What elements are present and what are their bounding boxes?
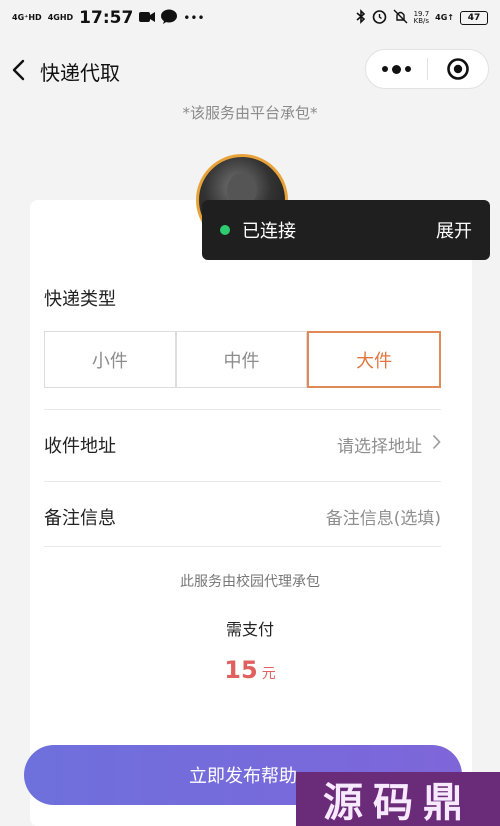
note-label: 备注信息 xyxy=(44,507,116,529)
express-type-label: 快递类型 xyxy=(44,289,116,310)
express-type-selector: 小件 中件 大件 xyxy=(44,331,442,388)
more-menu-icon[interactable] xyxy=(366,49,427,89)
more-dots-icon: ••• xyxy=(183,11,205,25)
type-option-large[interactable]: 大件 xyxy=(307,331,442,388)
expand-button[interactable]: 展开 xyxy=(436,217,472,243)
price: 15 元 xyxy=(0,656,500,684)
price-amount: 15 xyxy=(224,656,258,684)
miniprogram-capsule xyxy=(365,49,489,89)
status-bar: 4G⁺HD 4GHD 17:57 ••• 19.7 KB/s 4G↑ 47 xyxy=(0,0,500,36)
address-label: 收件地址 xyxy=(44,435,116,457)
address-picker[interactable]: 请选择地址 xyxy=(337,432,441,457)
bluetooth-icon xyxy=(356,9,366,27)
address-placeholder: 请选择地址 xyxy=(337,437,422,457)
chevron-right-icon xyxy=(432,434,441,455)
divider xyxy=(44,546,441,547)
price-unit: 元 xyxy=(261,666,276,682)
battery-icon: 47 xyxy=(460,11,488,25)
watermark-logo: 源码鼎 xyxy=(296,772,500,826)
agency-note: 此服务由校园代理承包 xyxy=(180,574,320,590)
alarm-icon xyxy=(372,9,387,27)
platform-note: *该服务由平台承包* xyxy=(182,104,318,122)
note-row: 备注信息 备注信息(选填) xyxy=(44,481,441,551)
network-indicator-2: 4GHD xyxy=(47,13,74,22)
network-indicator: 4G⁺HD xyxy=(12,13,42,22)
video-icon xyxy=(139,11,156,26)
back-arrow-icon[interactable] xyxy=(6,56,30,84)
clock: 17:57 xyxy=(79,8,134,28)
payment-label: 需支付 xyxy=(225,620,274,639)
mute-icon xyxy=(393,9,408,27)
close-miniprogram-icon[interactable] xyxy=(428,49,488,89)
type-option-medium[interactable]: 中件 xyxy=(175,331,308,388)
message-icon xyxy=(161,9,178,27)
connection-status: 已连接 xyxy=(242,221,296,242)
connected-dot-icon xyxy=(220,225,230,235)
address-row[interactable]: 收件地址 请选择地址 xyxy=(44,409,441,479)
page-title: 快递代取 xyxy=(40,61,120,85)
network-indicator-3: 4G↑ xyxy=(435,13,454,22)
navbar: 快递代取 xyxy=(0,44,500,96)
connection-toast: 已连接 展开 xyxy=(202,200,490,260)
note-input[interactable]: 备注信息(选填) xyxy=(326,504,441,529)
network-speed: 19.7 KB/s xyxy=(413,10,430,25)
type-option-small[interactable]: 小件 xyxy=(44,331,176,388)
